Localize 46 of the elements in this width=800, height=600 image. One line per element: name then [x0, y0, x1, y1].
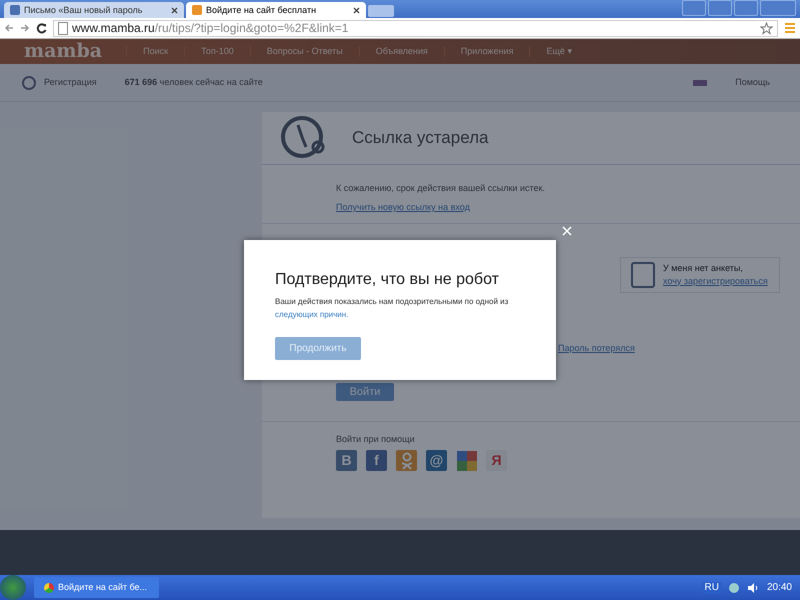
help-link[interactable]: Помощь: [735, 77, 770, 88]
new-link[interactable]: Получить новую ссылку на вход: [336, 202, 800, 213]
page-icon: [10, 5, 20, 15]
start-button[interactable]: [0, 575, 26, 600]
browser-tab[interactable]: Письмо «Ваш новый пароль: [4, 2, 184, 18]
social-login-button[interactable]: f: [366, 450, 387, 472]
site-logo[interactable]: mamba: [24, 42, 102, 61]
social-login-button[interactable]: В: [336, 450, 357, 472]
taskbar-window[interactable]: Войдите на сайт бе...: [34, 577, 159, 598]
volume-icon[interactable]: [746, 582, 759, 592]
page-title: Ссылка устарела: [352, 128, 488, 148]
clock-text: 20:40: [766, 582, 792, 594]
address-field[interactable]: www.mamba.ru/ru/tips/?tip=login&goto=%2F&link=1: [53, 20, 778, 36]
browser-tab[interactable]: Войдите на сайт бесплатн: [186, 2, 366, 18]
menu-icon[interactable]: [784, 22, 796, 34]
flag-icon[interactable]: [693, 80, 708, 86]
social-login-button[interactable]: Я: [486, 450, 507, 472]
continue-button[interactable]: Продолжить: [275, 337, 361, 360]
browser-icon: [44, 582, 54, 592]
nav-link[interactable]: Поиск: [126, 46, 184, 57]
reasons-link[interactable]: следующих причин.: [275, 310, 348, 320]
dialog-title: Подтвердите, что вы не робот: [275, 270, 500, 290]
lost-password-link[interactable]: Пароль потерялся: [558, 342, 635, 353]
dialog-text: Ваши действия показались нам подозрительными по одной из следующих причин.: [275, 296, 510, 322]
no-profile-text: У меня нет анкеты,: [663, 262, 744, 274]
language-indicator[interactable]: RU: [702, 582, 721, 594]
social-login-button[interactable]: [396, 450, 417, 472]
reload-icon[interactable]: [36, 22, 47, 34]
nav-link[interactable]: Вопросы - Ответы: [250, 46, 359, 57]
login-button[interactable]: Войти: [336, 383, 394, 401]
nav-link[interactable]: Топ-100: [184, 46, 250, 57]
page-icon: [192, 5, 202, 15]
forward-icon[interactable]: [20, 23, 30, 33]
page-icon: [58, 22, 68, 34]
nav-link[interactable]: Ещё ▾: [529, 46, 588, 57]
nav-link[interactable]: Объявления: [358, 46, 444, 57]
star-icon[interactable]: [760, 22, 773, 34]
register-link[interactable]: хочу зарегистрироваться: [663, 276, 768, 286]
social-login-label: Войти при помощи: [336, 434, 416, 444]
expired-message: К сожалению, срок действия вашей ссылки истек.: [336, 183, 546, 194]
back-icon[interactable]: [4, 23, 14, 33]
online-count: 671 696 человек сейчас на сайте: [124, 77, 263, 88]
register-link[interactable]: Регистрация: [44, 77, 97, 88]
nav-link[interactable]: Приложения: [444, 46, 530, 57]
social-login-button[interactable]: @: [426, 450, 447, 472]
social-login-button[interactable]: [456, 450, 477, 472]
